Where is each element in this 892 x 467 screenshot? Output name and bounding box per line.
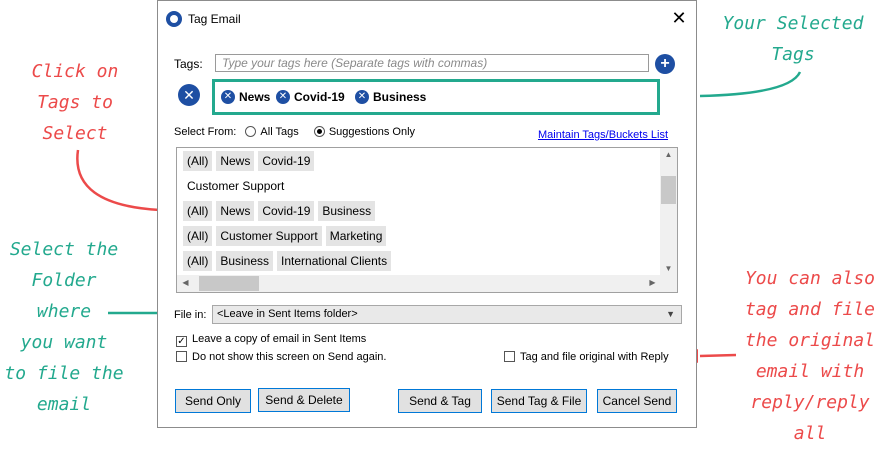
suggestion-tag[interactable]: Customer Support — [216, 226, 322, 246]
annotation-line: to file the — [4, 363, 124, 384]
scroll-left-icon[interactable]: ◀ — [177, 278, 194, 287]
dialog-title: Tag Email — [188, 12, 241, 26]
annotation-line: Tags to — [37, 92, 113, 113]
scroll-right-icon[interactable]: ▶ — [644, 278, 661, 287]
scroll-down-icon[interactable]: ▼ — [660, 264, 677, 273]
list-item[interactable]: (All) Customer Support Marketing — [183, 226, 387, 246]
radio-icon[interactable] — [313, 126, 325, 137]
list-item[interactable]: (All) News Covid-19 Business — [183, 201, 376, 221]
annotation-line: where — [36, 301, 92, 322]
annotation-line: Your Selected — [722, 13, 864, 34]
send-tag-file-button[interactable]: Send Tag & File — [491, 389, 587, 413]
leave-copy-checkbox[interactable]: ✓ Leave a copy of email in Sent Items — [176, 333, 366, 347]
select-from-label: Select From: — [174, 126, 237, 138]
suggestion-tag[interactable]: (All) — [183, 226, 213, 246]
scroll-thumb[interactable] — [661, 176, 676, 204]
suggestion-tag[interactable]: Marketing — [325, 226, 387, 246]
annotation-line: Select — [42, 123, 108, 144]
file-in-select[interactable]: <Leave in Sent Items folder> ▼ — [212, 305, 682, 324]
annotation-line: email — [36, 394, 92, 415]
vertical-scrollbar[interactable]: ▲ ▼ — [660, 148, 677, 275]
dont-show-label: Do not show this screen on Send again. — [192, 351, 387, 363]
scroll-up-icon[interactable]: ▲ — [660, 150, 677, 159]
arrow-selected-tags — [699, 71, 802, 98]
tag-email-dialog: Tag Email ✕ Tags: + ✕ ✕ News ✕ Covid-19 … — [157, 0, 697, 428]
send-delete-button[interactable]: Send & Delete — [258, 388, 350, 412]
dont-show-checkbox[interactable]: Do not show this screen on Send again. — [176, 351, 386, 363]
annotation-line: all — [793, 423, 827, 444]
arrow-click-tags — [76, 149, 161, 212]
select-from-row: Select From: All Tags Suggestions Only — [174, 126, 415, 138]
leave-copy-label: Leave a copy of email in Sent Items — [192, 333, 367, 345]
radio-suggestions-label: Suggestions Only — [328, 126, 416, 138]
checkbox-icon[interactable] — [176, 351, 187, 362]
radio-all-label: All Tags — [260, 126, 299, 138]
suggestion-tag[interactable]: News — [216, 151, 255, 171]
scroll-thumb[interactable] — [199, 276, 259, 291]
annotation-line: the original — [744, 330, 876, 351]
remove-tag-icon[interactable]: ✕ — [276, 90, 290, 104]
annotation-selected-tags: Your Selected Tags — [718, 8, 868, 70]
annotation-line: Folder — [31, 270, 97, 291]
annotation-line: You can also — [744, 268, 876, 289]
cancel-send-button[interactable]: Cancel Send — [597, 389, 677, 413]
selected-tag-label: Covid-19 — [294, 90, 345, 104]
tags-input[interactable] — [215, 54, 649, 72]
suggestion-tag[interactable]: News — [216, 201, 255, 221]
selected-tag-chip[interactable]: ✕ Covid-19 — [276, 88, 345, 106]
remove-tag-icon[interactable]: ✕ — [221, 90, 235, 104]
annotation-line: Tags — [771, 44, 815, 65]
suggestion-tag[interactable]: Covid-19 — [258, 201, 315, 221]
checkbox-icon[interactable] — [504, 351, 515, 362]
annotation-select-folder: Select the Folder where you want to file… — [4, 234, 124, 420]
suggestions-list[interactable]: (All) News Covid-19 Customer Support (Al… — [176, 147, 678, 293]
maintain-tags-link[interactable]: Maintain Tags/Buckets List — [538, 129, 668, 141]
tag-original-label: Tag and file original with Reply — [520, 351, 669, 363]
selected-tag-chip[interactable]: ✕ Business — [355, 88, 426, 106]
checkbox-icon[interactable]: ✓ — [176, 336, 187, 347]
list-item[interactable]: (All) Business International Clients — [183, 251, 392, 271]
scroll-corner — [660, 275, 677, 292]
suggestion-tag[interactable]: Business — [318, 201, 376, 221]
list-item[interactable]: Customer Support — [183, 176, 288, 196]
suggestion-tag[interactable]: (All) — [183, 251, 213, 271]
annotation-tag-original: You can also tag and file the original e… — [730, 263, 890, 449]
app-logo-icon — [166, 11, 182, 27]
send-only-button[interactable]: Send Only — [175, 389, 251, 413]
clear-tags-button[interactable]: ✕ — [178, 84, 200, 106]
annotation-line: you want — [20, 332, 108, 353]
selected-tag-chip[interactable]: ✕ News — [221, 88, 270, 106]
annotation-click-tags: Click on Tags to Select — [20, 56, 130, 149]
radio-all-tags[interactable]: All Tags — [245, 126, 299, 138]
suggestion-tag[interactable]: International Clients — [277, 251, 392, 271]
annotation-line: tag and file — [744, 299, 876, 320]
suggestion-tag[interactable]: Customer Support — [183, 176, 288, 196]
horizontal-scrollbar[interactable]: ◀ ▶ — [177, 275, 661, 292]
selected-tag-label: News — [239, 90, 271, 104]
file-in-label: File in: — [174, 309, 207, 321]
suggestion-tag[interactable]: Business — [216, 251, 274, 271]
remove-tag-icon[interactable]: ✕ — [355, 90, 369, 104]
tags-label: Tags: — [174, 57, 203, 71]
annotation-line: email with — [755, 361, 865, 382]
file-in-value: <Leave in Sent Items folder> — [217, 308, 358, 320]
annotation-line: Click on — [31, 61, 119, 82]
suggestion-tag[interactable]: (All) — [183, 201, 213, 221]
close-icon[interactable]: ✕ — [670, 9, 688, 27]
annotation-line: reply/reply — [750, 392, 870, 413]
selected-tags-box: ✕ News ✕ Covid-19 ✕ Business — [212, 79, 660, 115]
selected-tag-label: Business — [373, 90, 427, 104]
send-tag-button[interactable]: Send & Tag — [398, 389, 482, 413]
radio-icon[interactable] — [245, 126, 257, 137]
list-item[interactable]: (All) News Covid-19 — [183, 151, 315, 171]
add-tag-button[interactable]: + — [655, 54, 675, 74]
tag-original-checkbox[interactable]: Tag and file original with Reply — [504, 351, 669, 363]
suggestion-tag[interactable]: (All) — [183, 151, 213, 171]
suggestion-tag[interactable]: Covid-19 — [258, 151, 315, 171]
chevron-down-icon[interactable]: ▼ — [666, 306, 675, 323]
annotation-line: Select the — [9, 239, 119, 260]
radio-suggestions-only[interactable]: Suggestions Only — [313, 126, 416, 138]
